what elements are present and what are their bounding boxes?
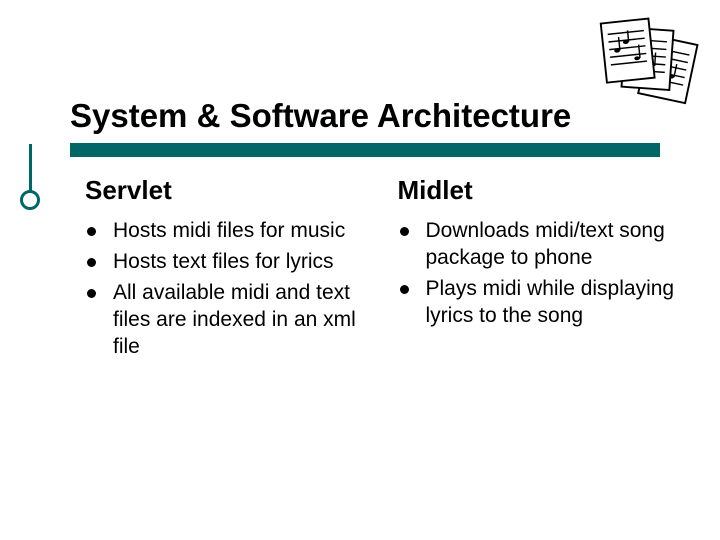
title-connector-dot	[20, 190, 40, 210]
bullet-list: Downloads midi/text song package to phon…	[398, 218, 691, 330]
list-item: Hosts midi files for music	[85, 218, 378, 245]
column-heading: Midlet	[398, 175, 691, 206]
list-item: All available midi and text files are in…	[85, 280, 378, 361]
bullet-list: Hosts midi files for music Hosts text fi…	[85, 218, 378, 360]
slide-title: System & Software Architecture	[70, 98, 680, 134]
column-heading: Servlet	[85, 175, 378, 206]
column-midlet: Midlet Downloads midi/text song package …	[398, 175, 691, 364]
list-item: Plays midi while displaying lyrics to th…	[398, 276, 691, 330]
list-item: Downloads midi/text song package to phon…	[398, 218, 691, 272]
slide: System & Software Architecture Servlet H…	[0, 0, 720, 540]
content-columns: Servlet Hosts midi files for music Hosts…	[85, 175, 690, 364]
list-item: Hosts text files for lyrics	[85, 249, 378, 276]
title-area: System & Software Architecture	[70, 98, 680, 134]
title-connector-line	[29, 144, 32, 192]
column-servlet: Servlet Hosts midi files for music Hosts…	[85, 175, 378, 364]
title-underline	[70, 143, 660, 157]
